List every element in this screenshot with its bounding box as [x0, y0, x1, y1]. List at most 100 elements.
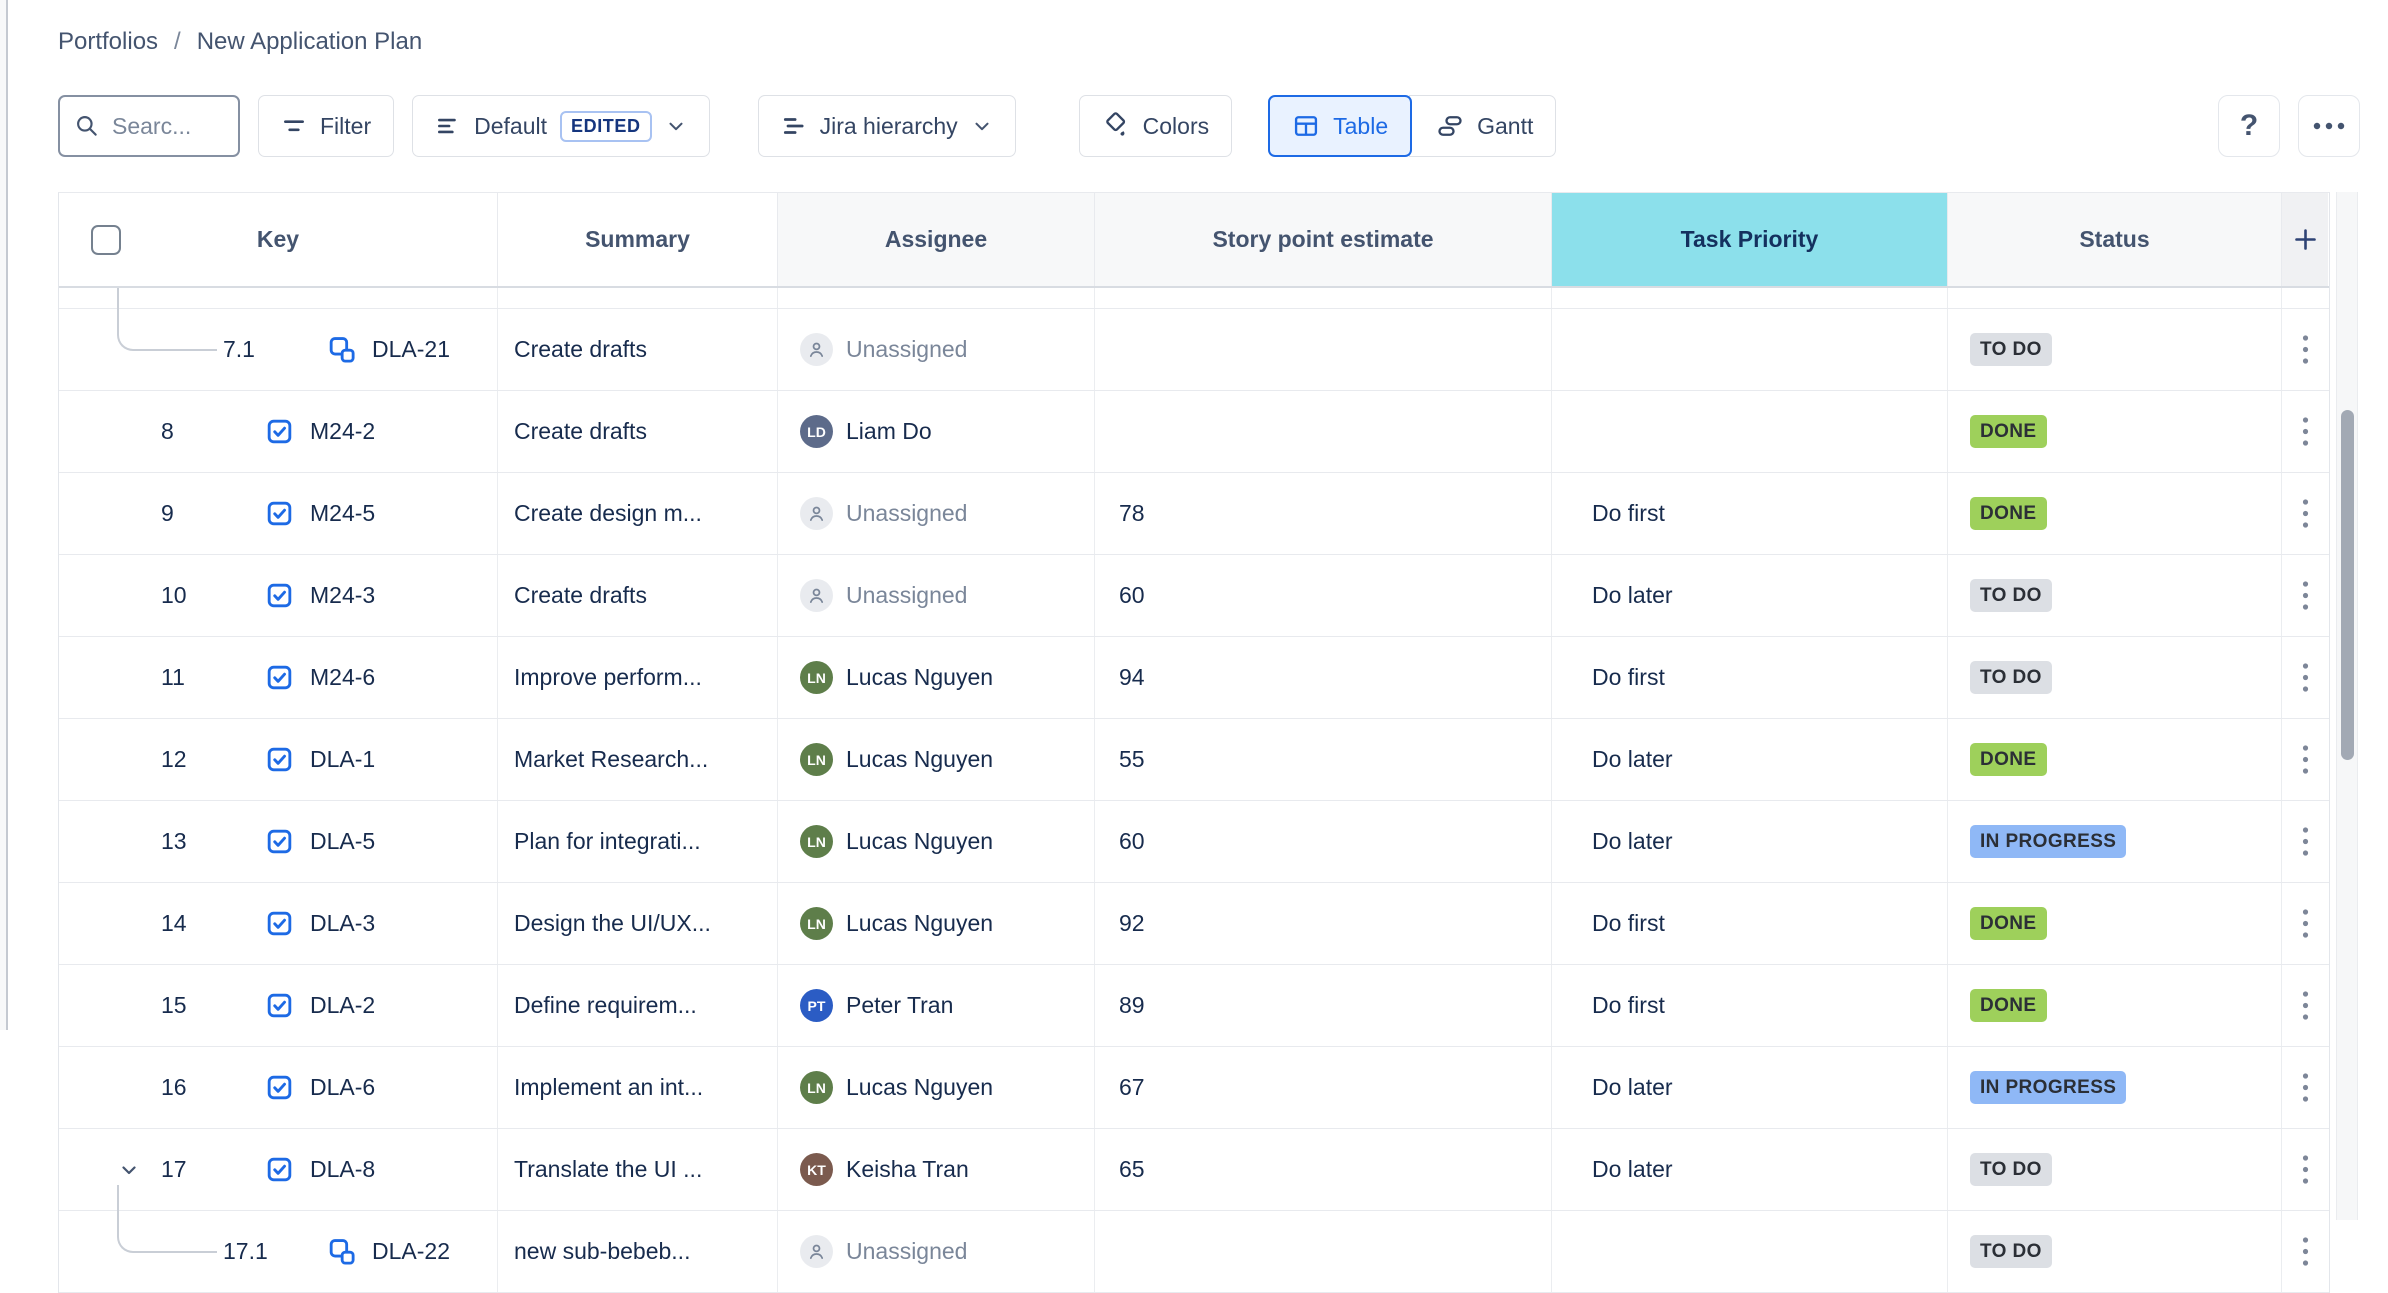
issue-key[interactable]: M24-3 — [310, 582, 375, 609]
issue-key[interactable]: DLA-21 — [372, 336, 450, 363]
story-points-cell[interactable]: 89 — [1095, 965, 1552, 1046]
search-input-wrapper[interactable] — [58, 95, 240, 157]
priority-cell[interactable]: Do later — [1552, 1129, 1948, 1210]
more-options-icon[interactable] — [2301, 1235, 2310, 1268]
row-menu-cell[interactable] — [2282, 801, 2328, 882]
story-points-cell[interactable]: 60 — [1095, 801, 1552, 882]
breadcrumb-portfolios-link[interactable]: Portfolios — [58, 28, 158, 56]
row-menu-cell[interactable] — [2282, 1211, 2328, 1292]
assignee-cell[interactable]: Unassigned — [778, 309, 1095, 390]
assignee-cell[interactable]: Unassigned — [778, 555, 1095, 636]
table-view-toggle[interactable]: Table — [1268, 95, 1412, 157]
key-cell[interactable]: 17DLA-8 — [59, 1129, 498, 1210]
priority-cell[interactable] — [1552, 1211, 1948, 1292]
collapse-chevron-icon[interactable] — [117, 1158, 141, 1182]
issue-key[interactable]: DLA-22 — [372, 1238, 450, 1265]
priority-cell[interactable] — [1552, 391, 1948, 472]
issue-key[interactable]: M24-5 — [310, 500, 375, 527]
assignee-column-header[interactable]: Assignee — [778, 193, 1095, 286]
summary-cell[interactable]: Implement an int... — [498, 1047, 778, 1128]
status-cell[interactable]: TO DO — [1948, 1129, 2282, 1210]
story-points-column-header[interactable]: Story point estimate — [1095, 193, 1552, 286]
more-options-icon[interactable] — [2301, 333, 2310, 366]
summary-cell[interactable]: Plan for integrati... — [498, 801, 778, 882]
summary-cell[interactable]: Define requirem... — [498, 965, 778, 1046]
issue-key[interactable]: DLA-8 — [310, 1156, 375, 1183]
row-menu-cell[interactable] — [2282, 1047, 2328, 1128]
assignee-cell[interactable]: LDLiam Do — [778, 391, 1095, 472]
story-points-cell[interactable] — [1095, 1211, 1552, 1292]
more-options-icon[interactable] — [2301, 661, 2310, 694]
more-options-icon[interactable] — [2301, 907, 2310, 940]
row-menu-cell[interactable] — [2282, 1129, 2328, 1210]
issue-key[interactable]: DLA-1 — [310, 746, 375, 773]
key-cell[interactable]: 10M24-3 — [59, 555, 498, 636]
priority-cell[interactable]: Do first — [1552, 965, 1948, 1046]
filter-button[interactable]: Filter — [258, 95, 394, 157]
priority-cell[interactable]: Do first — [1552, 473, 1948, 554]
status-cell[interactable]: TO DO — [1948, 309, 2282, 390]
issue-key[interactable]: M24-6 — [310, 664, 375, 691]
colors-button[interactable]: Colors — [1079, 95, 1232, 157]
vertical-scrollbar-thumb[interactable] — [2341, 410, 2354, 760]
hierarchy-dropdown[interactable]: Jira hierarchy — [758, 95, 1016, 157]
more-options-icon[interactable] — [2301, 497, 2310, 530]
priority-cell[interactable]: Do first — [1552, 883, 1948, 964]
search-input[interactable] — [110, 112, 226, 141]
story-points-cell[interactable] — [1095, 309, 1552, 390]
key-cell[interactable]: 12DLA-1 — [59, 719, 498, 800]
status-cell[interactable]: DONE — [1948, 883, 2282, 964]
story-points-cell[interactable]: 92 — [1095, 883, 1552, 964]
story-points-cell[interactable]: 60 — [1095, 555, 1552, 636]
status-cell[interactable]: IN PROGRESS — [1948, 801, 2282, 882]
key-cell[interactable]: 17.1DLA-22 — [59, 1211, 498, 1292]
status-cell[interactable]: DONE — [1948, 391, 2282, 472]
more-options-icon[interactable] — [2301, 743, 2310, 776]
issue-key[interactable]: DLA-3 — [310, 910, 375, 937]
sidebar-resize-divider[interactable] — [6, 0, 8, 1030]
story-points-cell[interactable]: 78 — [1095, 473, 1552, 554]
status-cell[interactable]: TO DO — [1948, 555, 2282, 636]
gantt-view-toggle[interactable]: Gantt — [1409, 95, 1556, 157]
row-menu-cell[interactable] — [2282, 965, 2328, 1046]
key-cell[interactable]: 11M24-6 — [59, 637, 498, 718]
add-column-button[interactable] — [2282, 193, 2328, 286]
status-cell[interactable]: TO DO — [1948, 1211, 2282, 1292]
issue-key[interactable]: DLA-5 — [310, 828, 375, 855]
more-options-icon[interactable] — [2301, 989, 2310, 1022]
issue-key[interactable]: M24-2 — [310, 418, 375, 445]
priority-cell[interactable]: Do later — [1552, 719, 1948, 800]
assignee-cell[interactable]: PTPeter Tran — [778, 965, 1095, 1046]
row-menu-cell[interactable] — [2282, 309, 2328, 390]
key-cell[interactable]: 9M24-5 — [59, 473, 498, 554]
help-button[interactable]: ? — [2218, 95, 2280, 157]
priority-cell[interactable]: Do later — [1552, 1047, 1948, 1128]
story-points-cell[interactable]: 65 — [1095, 1129, 1552, 1210]
status-cell[interactable]: DONE — [1948, 473, 2282, 554]
key-column-header[interactable]: Key — [59, 193, 498, 286]
summary-cell[interactable]: Create drafts — [498, 309, 778, 390]
story-points-cell[interactable]: 67 — [1095, 1047, 1552, 1128]
more-options-icon[interactable] — [2301, 1153, 2310, 1186]
summary-cell[interactable]: Translate the UI ... — [498, 1129, 778, 1210]
more-options-icon[interactable] — [2301, 825, 2310, 858]
assignee-cell[interactable]: KTKeisha Tran — [778, 1129, 1095, 1210]
select-all-checkbox[interactable] — [91, 225, 121, 255]
summary-column-header[interactable]: Summary — [498, 193, 778, 286]
assignee-cell[interactable]: LNLucas Nguyen — [778, 1047, 1095, 1128]
status-cell[interactable]: IN PROGRESS — [1948, 1047, 2282, 1128]
assignee-cell[interactable]: LNLucas Nguyen — [778, 801, 1095, 882]
more-options-icon[interactable] — [2301, 579, 2310, 612]
issue-key[interactable]: DLA-6 — [310, 1074, 375, 1101]
story-points-cell[interactable] — [1095, 391, 1552, 472]
vertical-scrollbar-track[interactable] — [2336, 192, 2358, 1220]
view-settings-dropdown[interactable]: Default EDITED — [412, 95, 709, 157]
priority-cell[interactable]: Do later — [1552, 801, 1948, 882]
summary-cell[interactable]: Create drafts — [498, 391, 778, 472]
row-menu-cell[interactable] — [2282, 473, 2328, 554]
assignee-cell[interactable]: LNLucas Nguyen — [778, 883, 1095, 964]
more-menu-button[interactable] — [2298, 95, 2360, 157]
story-points-cell[interactable]: 94 — [1095, 637, 1552, 718]
summary-cell[interactable]: Market Research... — [498, 719, 778, 800]
key-cell[interactable]: 7.1DLA-21 — [59, 309, 498, 390]
